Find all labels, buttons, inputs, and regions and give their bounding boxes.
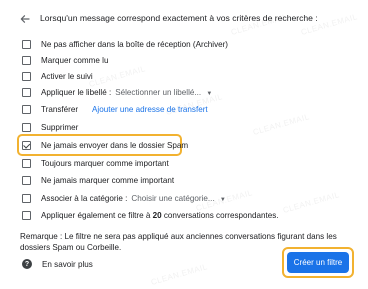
create-filter-button[interactable]: Créer un filtre — [287, 252, 349, 273]
category-select[interactable]: Choisir une catégorie... ▼ — [131, 194, 225, 203]
never-important-checkbox[interactable] — [22, 175, 31, 185]
option-label: Ne jamais envoyer dans le dossier Spam — [41, 140, 189, 150]
option-label: Supprimer — [41, 122, 79, 132]
category-select-value: Choisir une catégorie... — [131, 193, 215, 203]
create-filter-highlight: Créer un filtre — [282, 247, 354, 278]
label-select-value: Sélectionner un libellé... — [115, 87, 202, 97]
watermark: CLEAN.EMAIL — [281, 190, 341, 215]
always-important-checkbox[interactable] — [22, 158, 31, 168]
option-label: Marquer comme lu — [41, 55, 109, 65]
star-checkbox[interactable] — [22, 71, 31, 81]
filter-actions-dialog: CLEAN.EMAIL CLEAN.EMAIL CLEAN.EMAIL CLEA… — [0, 0, 368, 289]
forward-checkbox[interactable] — [22, 104, 31, 114]
arrow-left-icon — [20, 15, 30, 23]
category-checkbox[interactable] — [22, 193, 31, 203]
criteria-header: Lorsqu'un message correspond exactement … — [40, 13, 318, 23]
caret-down-icon: ▼ — [206, 90, 213, 97]
apply-existing-checkbox[interactable] — [22, 210, 31, 220]
option-label: Associer à la catégorie : — [41, 193, 128, 203]
back-button[interactable] — [16, 10, 34, 28]
learn-more[interactable]: ? En savoir plus — [22, 259, 93, 269]
option-category[interactable]: Associer à la catégorie : Choisir une ca… — [22, 190, 226, 206]
option-delete[interactable]: Supprimer — [22, 119, 78, 135]
never-spam-checkbox[interactable] — [22, 140, 31, 150]
option-label: Toujours marquer comme important — [41, 158, 169, 168]
caret-down-icon: ▼ — [219, 196, 226, 203]
apply-label-checkbox[interactable] — [22, 87, 31, 97]
option-never-important[interactable]: Ne jamais marquer comme important — [22, 172, 174, 188]
watermark: CLEAN.EMAIL — [149, 262, 209, 287]
option-always-important[interactable]: Toujours marquer comme important — [22, 155, 169, 171]
label-select[interactable]: Sélectionner un libellé... ▼ — [115, 88, 212, 97]
add-forwarding-address-link[interactable]: Ajouter une adresse de transfert — [92, 105, 208, 114]
option-apply-existing[interactable]: Appliquer également ce filtre à 20 conve… — [22, 207, 279, 223]
option-mark-read[interactable]: Marquer comme lu — [22, 52, 108, 68]
option-label-suffix: conversations correspondantes. — [161, 210, 279, 220]
mark-read-checkbox[interactable] — [22, 55, 31, 65]
option-apply-label[interactable]: Appliquer le libellé : Sélectionner un l… — [22, 84, 212, 100]
conversation-count: 20 — [152, 210, 162, 220]
option-label: Ne jamais marquer comme important — [41, 175, 175, 185]
option-forward[interactable]: Transférer Ajouter une adresse de transf… — [22, 101, 208, 117]
option-label: Ne pas afficher dans la boîte de récepti… — [41, 39, 229, 49]
option-label-prefix: Appliquer également ce filtre à — [41, 210, 153, 220]
help-circle-icon[interactable]: ? — [22, 259, 32, 269]
option-label: Appliquer le libellé : — [41, 87, 112, 97]
watermark: CLEAN.EMAIL — [251, 112, 311, 137]
option-never-spam[interactable]: Ne jamais envoyer dans le dossier Spam — [22, 137, 188, 153]
option-archive[interactable]: Ne pas afficher dans la boîte de récepti… — [22, 36, 228, 52]
option-label: Activer le suivi — [41, 71, 93, 81]
delete-checkbox[interactable] — [22, 122, 31, 132]
archive-checkbox[interactable] — [22, 39, 31, 49]
option-label: Transférer — [41, 104, 79, 114]
option-star[interactable]: Activer le suivi — [22, 68, 93, 84]
learn-more-label: En savoir plus — [42, 259, 93, 269]
